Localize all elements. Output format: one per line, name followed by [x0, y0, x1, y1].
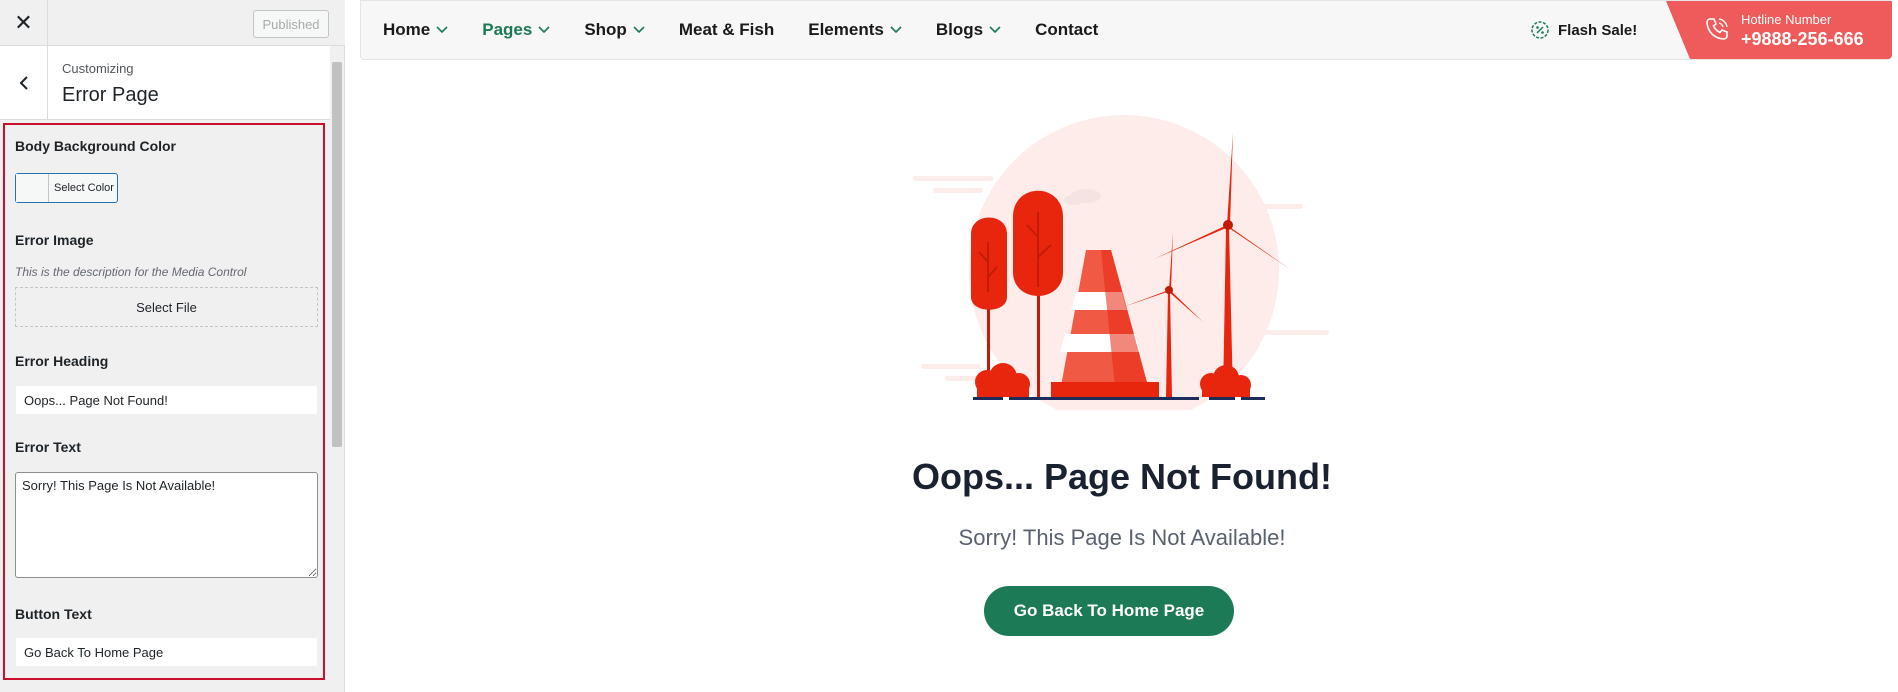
back-button[interactable] — [0, 46, 48, 119]
nav-item-blogs[interactable]: Blogs — [936, 20, 1001, 40]
phone-icon — [1704, 16, 1730, 47]
site-preview: Home Pages Shop Meat & Fish Elements Blo… — [346, 0, 1898, 692]
nav-item-label: Elements — [808, 20, 884, 39]
nav-item-label: Meat & Fish — [678, 20, 775, 39]
body-background-color-label: Body Background Color — [15, 138, 177, 154]
select-color-label: Select Color — [54, 182, 114, 194]
error-heading: Oops... Page Not Found! — [912, 456, 1332, 497]
nav-item-label: Blogs — [935, 20, 984, 39]
nav-item-label: Contact — [1035, 20, 1099, 39]
chevron-down-icon — [633, 26, 645, 34]
error-heading-label: Error Heading — [15, 353, 109, 369]
hotline-number: +9888-256-666 — [1741, 29, 1864, 49]
nav-item-contact[interactable]: Contact — [1035, 20, 1098, 40]
main-menu: Home Pages Shop Meat & Fish Elements Blo… — [383, 1, 1132, 59]
close-icon: ✕ — [14, 9, 33, 35]
section-header: Customizing Error Page — [0, 46, 330, 120]
customizer-sidebar: ✕ Published Customizing Error Page Body … — [0, 0, 345, 692]
nav-item-elements[interactable]: Elements — [808, 20, 902, 40]
error-image-label: Error Image — [15, 232, 94, 248]
section-title: Error Page — [62, 84, 159, 106]
main-navbar: Home Pages Shop Meat & Fish Elements Blo… — [360, 0, 1892, 60]
close-customizer-button[interactable]: ✕ — [0, 0, 48, 45]
discount-badge-icon — [1530, 20, 1550, 40]
error-text: Sorry! This Page Is Not Available! — [958, 525, 1286, 550]
chevron-left-icon — [19, 75, 28, 90]
error-page-controls: Body Background Color Select Color Error… — [3, 123, 325, 680]
select-file-button[interactable]: Select File — [15, 287, 318, 327]
chevron-down-icon — [890, 26, 902, 34]
error-illustration — [913, 115, 1329, 410]
select-color-button[interactable]: Select Color — [15, 173, 118, 203]
customizer-header-actions: ✕ Published — [0, 0, 345, 46]
nav-item-label: Home — [383, 20, 431, 39]
chevron-down-icon — [436, 26, 448, 34]
go-back-home-button[interactable]: Go Back To Home Page — [984, 586, 1234, 636]
nav-item-pages[interactable]: Pages — [482, 20, 550, 40]
published-button[interactable]: Published — [253, 10, 329, 38]
sidebar-scrollbar-thumb[interactable] — [332, 62, 342, 447]
button-text-label: Button Text — [15, 606, 92, 622]
flash-sale-link[interactable]: Flash Sale! — [1530, 1, 1637, 59]
chevron-down-icon — [538, 26, 550, 34]
flash-sale-label: Flash Sale! — [1558, 21, 1638, 39]
nav-item-label: Shop — [584, 20, 627, 39]
button-text-input[interactable] — [15, 637, 318, 667]
nav-item-label: Pages — [482, 20, 533, 39]
error-text-textarea[interactable]: Sorry! This Page Is Not Available! — [15, 472, 318, 578]
customizing-label: Customizing — [62, 61, 134, 76]
nav-item-shop[interactable]: Shop — [584, 20, 645, 40]
nav-item-home[interactable]: Home — [383, 20, 448, 40]
hotline-box[interactable]: Hotline Number +9888-256-666 — [1666, 1, 1892, 59]
error-heading-input[interactable] — [15, 385, 318, 415]
hotline-label: Hotline Number — [1741, 12, 1832, 27]
color-swatch — [16, 174, 49, 202]
nav-item-meat-fish[interactable]: Meat & Fish — [679, 20, 774, 40]
chevron-down-icon — [989, 26, 1001, 34]
error-text-label: Error Text — [15, 439, 81, 455]
error-image-description: This is the description for the Media Co… — [15, 265, 247, 279]
